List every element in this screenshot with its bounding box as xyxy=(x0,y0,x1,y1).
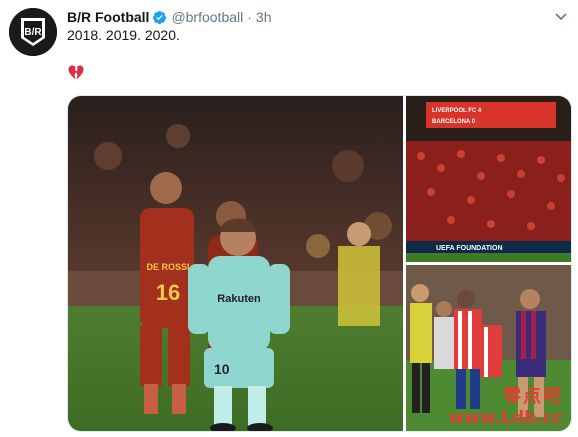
svg-text:B/R: B/R xyxy=(24,27,42,38)
svg-text:10: 10 xyxy=(214,361,230,377)
account-handle[interactable]: @brfootball xyxy=(171,9,243,25)
svg-text:LIVERPOOL FC 4: LIVERPOOL FC 4 xyxy=(432,108,482,114)
svg-text:Rakuten: Rakuten xyxy=(217,293,261,305)
tweet-text: 2018. 2019. 2020. xyxy=(67,27,180,43)
avatar[interactable]: B/R xyxy=(9,8,57,56)
watermark: 零点吧 www.Ldb.cc xyxy=(449,382,563,428)
photo-top-right[interactable]: LIVERPOOL FC 4 BARCELONA 0 UEFA FOUNDATI… xyxy=(406,96,571,262)
svg-text:BARCELONA 0: BARCELONA 0 xyxy=(432,119,476,125)
svg-text:16: 16 xyxy=(156,280,180,305)
media-gallery: DE ROSSI 16 Rakuten 10 LIVERPOOL FC 4 BA… xyxy=(67,95,572,432)
verified-badge-icon xyxy=(152,10,167,25)
separator-dot: · xyxy=(247,9,252,25)
broken-heart-icon xyxy=(67,64,85,82)
br-logo-icon: B/R xyxy=(9,8,57,56)
watermark-url: www.Ldb.cc xyxy=(448,408,563,428)
account-name[interactable]: B/R Football xyxy=(67,9,149,25)
svg-text:DE ROSSI: DE ROSSI xyxy=(146,262,189,272)
watermark-text: 零点吧 xyxy=(503,386,563,407)
tweet-header: B/R Football @brfootball · 3h xyxy=(67,8,568,26)
timestamp[interactable]: 3h xyxy=(256,9,272,25)
svg-text:UEFA FOUNDATION: UEFA FOUNDATION xyxy=(436,245,503,252)
photo-main[interactable]: DE ROSSI 16 Rakuten 10 xyxy=(68,96,403,431)
chevron-down-icon[interactable] xyxy=(554,9,568,27)
